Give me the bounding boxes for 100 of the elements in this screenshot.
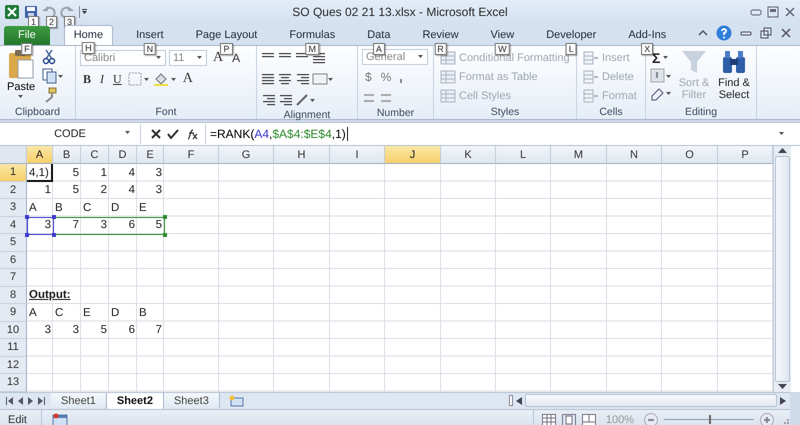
decrease-indent-icon[interactable]: [261, 93, 275, 107]
formula-field[interactable]: =RANK(A4,$A$4:$E$4,1): [210, 127, 348, 141]
page-break-view-icon[interactable]: [582, 414, 596, 425]
column-header[interactable]: B: [53, 146, 81, 164]
scroll-down-icon[interactable]: [778, 384, 787, 390]
copy-icon[interactable]: [42, 68, 64, 84]
expand-formula-icon[interactable]: [778, 131, 786, 137]
column-header[interactable]: O: [662, 146, 718, 164]
zoom-out-icon[interactable]: [644, 412, 658, 425]
italic-button[interactable]: I: [97, 72, 108, 86]
next-sheet-icon[interactable]: [28, 396, 33, 404]
fill-color-icon[interactable]: [152, 72, 177, 86]
customize-toolbar-icon[interactable]: [78, 5, 88, 19]
font-color-button[interactable]: A: [180, 71, 196, 87]
underline-button[interactable]: U: [110, 72, 125, 86]
cell-value: 5: [72, 166, 80, 179]
column-header[interactable]: G: [219, 146, 274, 164]
undo-icon[interactable]: [42, 5, 56, 19]
row-header[interactable]: 9: [0, 304, 27, 322]
close-icon[interactable]: [780, 27, 792, 39]
row-header[interactable]: 13: [0, 374, 27, 392]
insert-function-icon[interactable]: [185, 128, 199, 140]
normal-view-icon[interactable]: [542, 414, 556, 425]
column-header[interactable]: E: [137, 146, 164, 164]
orientation-icon[interactable]: [295, 93, 317, 107]
align-center-icon[interactable]: [278, 72, 292, 86]
scroll-left-icon[interactable]: [516, 396, 522, 404]
column-header[interactable]: N: [607, 146, 662, 164]
ribbon-tab[interactable]: Formulas: [280, 26, 344, 45]
app-icon[interactable]: [4, 4, 20, 20]
ribbon-tab[interactable]: Insert: [127, 26, 173, 45]
column-header[interactable]: M: [551, 146, 607, 164]
column-header[interactable]: D: [109, 146, 137, 164]
ribbon-tab[interactable]: Developer: [537, 26, 606, 45]
scroll-right-icon[interactable]: [780, 396, 786, 404]
number-format-button[interactable]: $: [362, 70, 375, 84]
row-header[interactable]: 10: [0, 322, 27, 339]
ribbon-tab[interactable]: View: [482, 26, 524, 45]
merge-cells-icon[interactable]: [312, 72, 334, 86]
bold-button[interactable]: B: [80, 72, 94, 86]
sheet-tab[interactable]: Sheet1: [51, 392, 107, 408]
number-format-button[interactable]: %: [378, 70, 394, 84]
help-icon[interactable]: [716, 25, 732, 41]
align-right-icon[interactable]: [295, 72, 309, 86]
scroll-up-icon[interactable]: [778, 148, 787, 154]
wrap-text-icon[interactable]: [312, 51, 328, 65]
last-sheet-icon[interactable]: [38, 396, 45, 404]
record-macro-icon[interactable]: [52, 412, 68, 425]
column-header[interactable]: A: [27, 146, 53, 164]
find-select-button[interactable]: Find & Select: [716, 49, 752, 105]
fill-icon[interactable]: [650, 68, 672, 84]
column-header[interactable]: F: [164, 146, 219, 164]
column-header[interactable]: K: [441, 146, 496, 164]
increase-indent-icon[interactable]: [278, 93, 292, 107]
ribbon-tab[interactable]: Home: [64, 25, 114, 45]
column-header[interactable]: P: [718, 146, 773, 164]
insert-sheet-icon[interactable]: [228, 394, 244, 406]
cut-icon[interactable]: [42, 49, 56, 65]
align-left-icon[interactable]: [261, 72, 275, 86]
active-cell[interactable]: 4,1): [27, 164, 53, 182]
cancel-icon[interactable]: [151, 129, 161, 139]
ribbon-tab[interactable]: Page Layout: [186, 26, 266, 45]
collapse-ribbon-icon[interactable]: [698, 28, 708, 38]
column-header[interactable]: L: [496, 146, 551, 164]
row-header[interactable]: 11: [0, 339, 27, 356]
name-box[interactable]: CODE: [0, 124, 141, 144]
ribbon-tab[interactable]: Review: [413, 26, 468, 45]
row-header[interactable]: 7: [0, 269, 27, 286]
ribbon-tab[interactable]: File: [4, 26, 50, 45]
close-icon[interactable]: [784, 6, 796, 18]
row-header[interactable]: 3: [0, 199, 27, 216]
first-sheet-icon[interactable]: [6, 396, 13, 404]
column-header[interactable]: C: [81, 146, 109, 164]
cell-value: 6: [128, 219, 136, 232]
redo-icon[interactable]: [60, 5, 74, 19]
ribbon-tab[interactable]: Data: [358, 26, 400, 45]
column-header[interactable]: J: [385, 146, 441, 164]
font-size-field[interactable]: 11: [169, 50, 207, 66]
zoom-in-icon[interactable]: [760, 412, 774, 425]
borders-icon[interactable]: [128, 72, 150, 86]
sheet-tab[interactable]: Sheet3: [164, 392, 220, 408]
row-header[interactable]: 2: [0, 182, 27, 199]
scrollbar-thumb[interactable]: [525, 394, 777, 407]
page-layout-view-icon[interactable]: [562, 414, 576, 425]
split-handle-icon[interactable]: [509, 395, 513, 406]
enter-icon[interactable]: [167, 129, 179, 139]
restore-icon[interactable]: [760, 27, 772, 39]
column-header[interactable]: H: [274, 146, 330, 164]
row-header[interactable]: 4: [0, 216, 27, 234]
previous-sheet-icon[interactable]: [18, 396, 23, 404]
row-header[interactable]: 1: [0, 164, 27, 182]
row-header[interactable]: 5: [0, 234, 27, 252]
maximize-icon[interactable]: [767, 6, 779, 18]
ribbon-tab[interactable]: Add-Ins: [619, 26, 676, 45]
sheet-tab[interactable]: Sheet2: [106, 392, 164, 408]
row-header[interactable]: 8: [0, 286, 27, 304]
row-header[interactable]: 6: [0, 252, 27, 269]
column-header[interactable]: I: [330, 146, 385, 164]
row-header[interactable]: 12: [0, 356, 27, 374]
scrollbar-thumb[interactable]: [775, 156, 790, 382]
